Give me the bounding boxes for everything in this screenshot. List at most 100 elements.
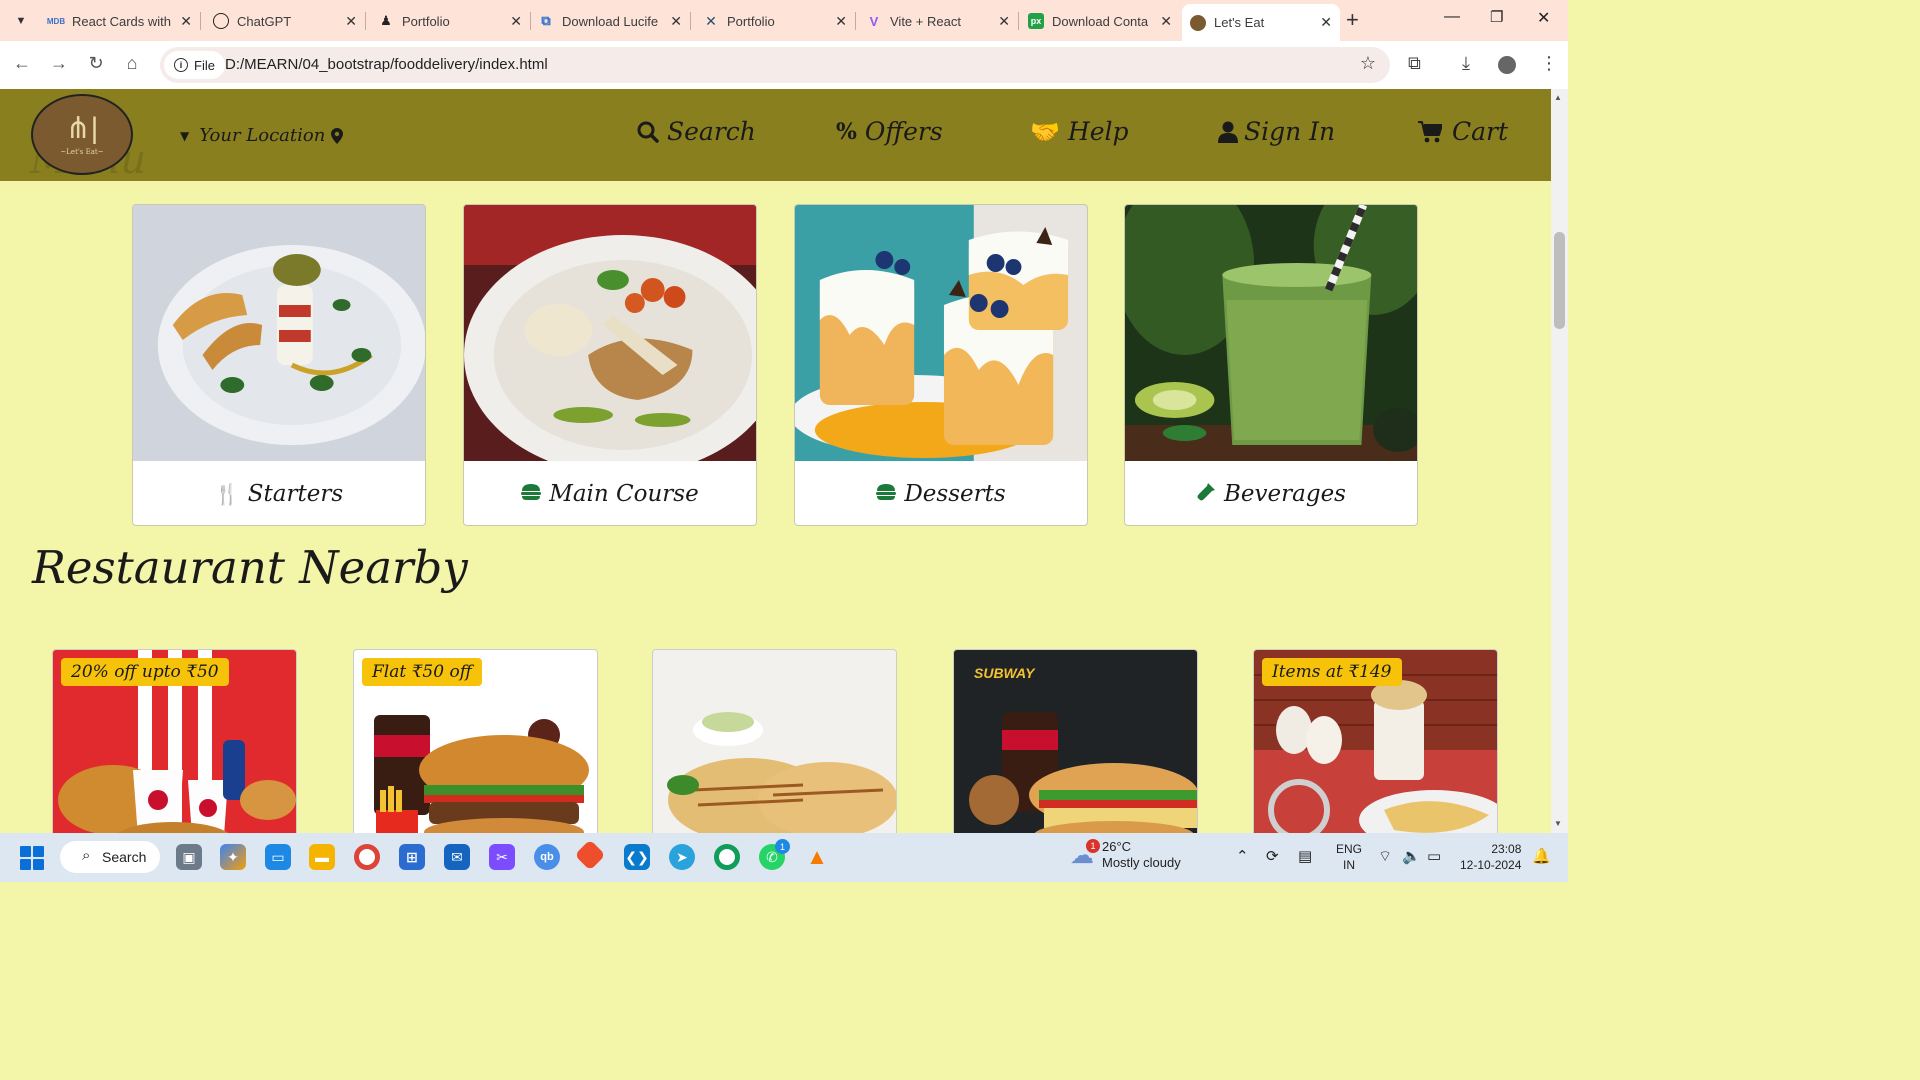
store-icon[interactable]: ⊞ [399,844,425,870]
user-icon [1218,121,1238,143]
location-dropdown[interactable]: ▼ Your Location [180,125,344,146]
reload-icon[interactable]: ↻ [84,53,108,74]
tab-title: Let's Eat [1214,15,1265,30]
nav-sign-in[interactable]: Sign In [1218,117,1335,146]
tablet-icon[interactable]: ▤ [1298,847,1312,865]
main-course-image [464,205,756,461]
close-icon[interactable]: ✕ [180,13,192,30]
wifi-icon[interactable]: ⌔ [1378,847,1392,866]
utensils-icon: 🍴 [214,482,240,506]
home-icon[interactable]: ⌂ [120,53,144,74]
new-tab-button[interactable]: + [1346,8,1359,32]
browser-tab[interactable]: ChatGPT ✕ [205,6,365,36]
mdb-icon: MDB [46,16,66,26]
task-view-icon[interactable]: ▣ [176,844,202,870]
battery-icon[interactable]: ▭ [1427,847,1441,865]
category-card-main-course[interactable]: Main Course [463,204,757,526]
weather-temperature: 26°C [1102,839,1132,854]
mail-icon[interactable]: ✉ [444,844,470,870]
sync-icon[interactable]: ⟳ [1266,847,1279,865]
copilot-icon[interactable]: ✦ [220,844,246,870]
browser-tab-active[interactable]: Let's Eat ✕ [1182,4,1340,41]
close-icon[interactable]: ✕ [670,13,682,30]
git-icon[interactable] [574,839,606,871]
lets-eat-icon [1190,14,1206,31]
scrollbar-thumb[interactable] [1554,232,1565,329]
close-icon[interactable]: ✕ [510,13,522,30]
chrome-icon[interactable] [354,844,380,870]
category-card-beverages[interactable]: Beverages [1124,204,1418,526]
site-info-chip[interactable]: i File [164,51,225,79]
scroll-down-icon[interactable]: ▼ [1554,819,1562,828]
snipping-tool-icon[interactable]: ✂ [489,844,515,870]
close-icon[interactable]: ✕ [345,13,357,30]
cart-icon [1418,120,1442,142]
browser-tab[interactable]: px Download Conta ✕ [1020,6,1180,36]
restore-icon[interactable]: ❐ [1490,8,1503,26]
weather-widget[interactable]: ☁ 1 26°C Mostly cloudy [1070,838,1181,871]
bottle-icon [1196,482,1216,507]
system-clock[interactable]: 23:08 12-10-2024 [1460,841,1521,873]
scroll-up-icon[interactable]: ▲ [1554,93,1562,102]
chrome-active-icon[interactable] [714,844,740,870]
page-scrollbar[interactable]: ▲ ▼ [1551,89,1568,833]
bookmark-star-icon[interactable]: ☆ [1360,53,1376,74]
language-indicator[interactable]: ENG IN [1336,841,1362,873]
chevron-up-icon[interactable]: ⌃ [1236,847,1249,865]
webpage: Menu ⋔| ~Let's Eat~ ▼ Your Location Sear… [0,89,1551,833]
nav-offers[interactable]: % Offers [836,117,943,146]
back-icon[interactable]: ← [10,53,34,74]
extensions-icon[interactable]: ⧉ [1408,53,1421,74]
chatgpt-icon [213,13,229,29]
browser-tab[interactable]: ✕ Portfolio ✕ [695,6,855,36]
profile-avatar[interactable] [1498,56,1516,74]
restaurant-card[interactable]: Items at ₹149 [1253,649,1498,833]
category-card-desserts[interactable]: Desserts [794,204,1088,526]
offer-badge: Flat ₹50 off [362,658,482,686]
cloud-icon: ☁ 1 [1070,838,1100,870]
close-icon[interactable]: ✕ [998,13,1010,30]
vite-icon: V [869,13,879,29]
nav-link-label: Help [1067,117,1129,146]
nav-help[interactable]: 🤝 Help [1030,117,1129,146]
location-label: Your Location [199,125,326,146]
notifications-bell-icon[interactable]: 🔔 [1532,847,1551,865]
browser-tab[interactable]: ⧉ Download Lucife ✕ [530,6,690,36]
browser-tab[interactable]: MDB React Cards with ✕ [40,6,200,36]
clock-date: 12-10-2024 [1460,858,1522,872]
windows-start-icon[interactable] [20,846,44,870]
restaurant-card[interactable]: 20% off upto ₹50 [52,649,297,833]
beverages-image [1125,205,1417,461]
omnibox[interactable]: i File D:/MEARN/04_bootstrap/fooddeliver… [160,47,1390,83]
taskbar-search[interactable]: ⌕ Search [60,841,160,873]
browser-tab[interactable]: V Vite + React ✕ [858,6,1018,36]
url-text[interactable]: D:/MEARN/04_bootstrap/fooddelivery/index… [225,56,548,73]
restaurant-card[interactable] [652,649,897,833]
vlc-icon[interactable]: ▲ [804,844,830,870]
nav-cart[interactable]: Cart [1418,117,1508,146]
category-caption: Desserts [795,461,1087,525]
telegram-icon[interactable]: ➤ [669,844,695,870]
desktop-icon[interactable]: ▭ [265,844,291,870]
restaurant-card[interactable]: Flat ₹50 off [353,649,598,833]
nav-search[interactable]: Search [637,117,756,146]
qbittorrent-icon[interactable]: qb [534,844,560,870]
minimize-icon[interactable]: — [1444,8,1460,26]
browser-tab[interactable]: ♟ Portfolio ✕ [370,6,530,36]
forward-icon[interactable]: → [47,53,71,74]
vscode-icon[interactable]: ❮❯ [624,844,650,870]
file-explorer-icon[interactable]: ▬ [309,844,335,870]
close-icon[interactable]: ✕ [1160,13,1172,30]
close-window-icon[interactable]: ✕ [1537,8,1550,28]
restaurant-image: SUBWAY [954,650,1197,833]
download-icon[interactable]: ⤓ [1462,53,1470,74]
volume-icon[interactable]: 🔈 [1402,847,1421,865]
tab-search-button[interactable]: ▼ [8,8,34,34]
site-logo[interactable]: ⋔| ~Let's Eat~ [31,94,133,175]
category-card-starters[interactable]: 🍴 Starters [132,204,426,526]
close-icon[interactable]: ✕ [1320,14,1332,31]
more-options-icon[interactable]: ⋮ [1540,53,1558,74]
category-label: Starters [247,481,344,507]
restaurant-card[interactable]: SUBWAY [953,649,1198,833]
close-icon[interactable]: ✕ [835,13,847,30]
